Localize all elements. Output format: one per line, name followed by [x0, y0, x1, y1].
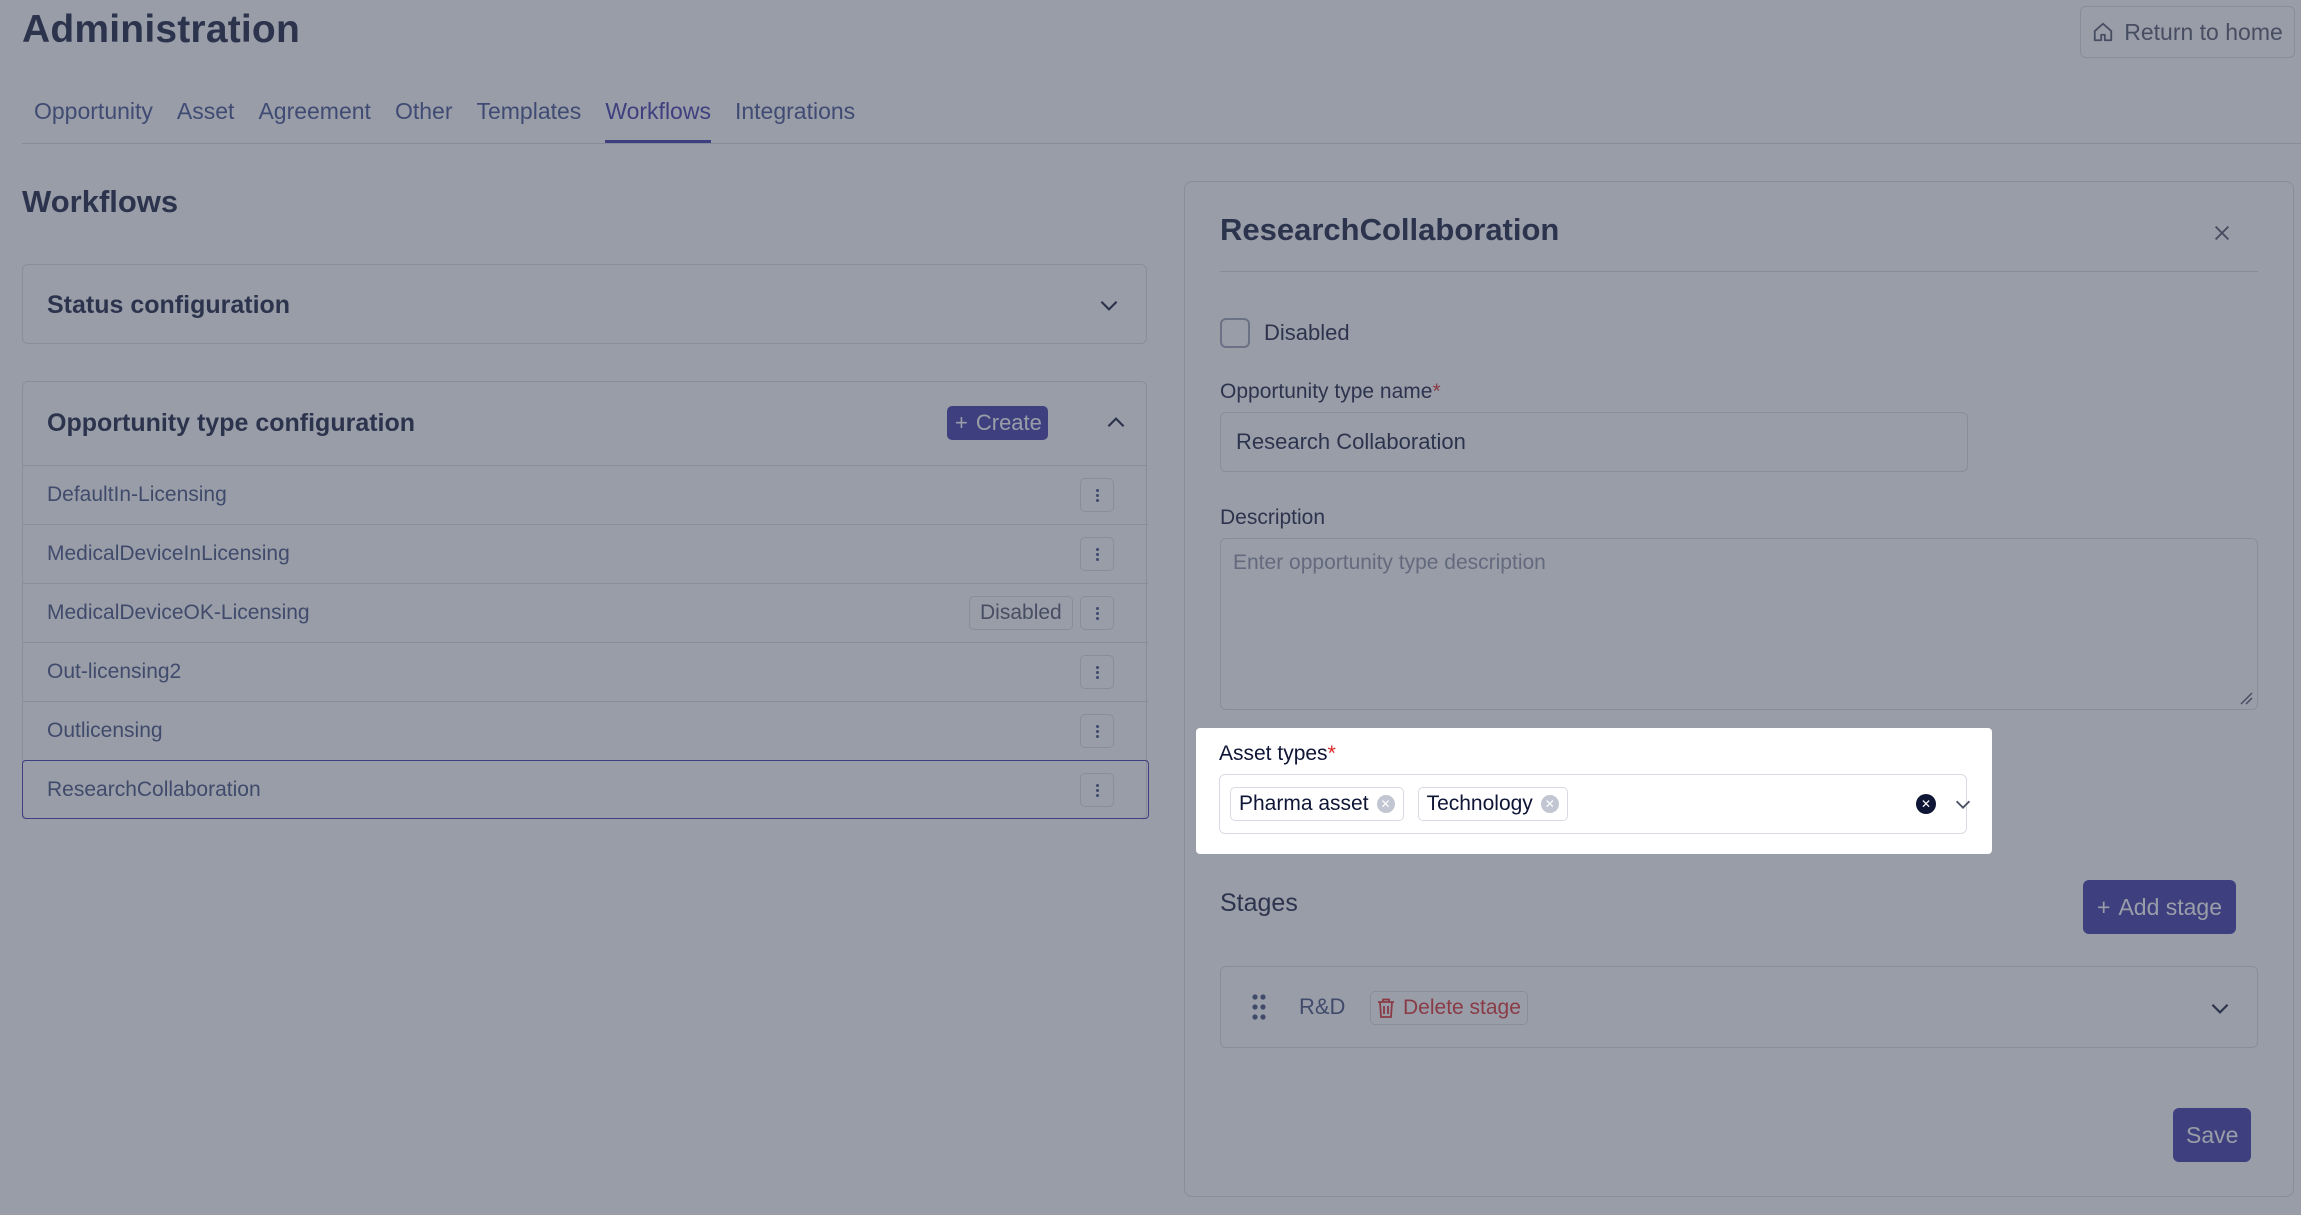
create-button[interactable]: + Create: [947, 406, 1048, 440]
plus-icon: +: [2097, 893, 2111, 920]
tab-other[interactable]: Other: [383, 86, 465, 143]
chevron-down-icon[interactable]: [1096, 292, 1122, 318]
more-options-icon[interactable]: [1080, 772, 1114, 807]
tab-workflows[interactable]: Workflows: [593, 86, 723, 143]
list-item[interactable]: Out-licensing2: [23, 643, 1148, 702]
chip-label: Pharma asset: [1239, 792, 1369, 815]
chevron-down-icon[interactable]: [2207, 995, 2233, 1021]
stages-title: Stages: [1220, 889, 1298, 917]
opportunity-type-name-input[interactable]: Research Collaboration: [1220, 412, 1968, 472]
status-badge: Disabled: [969, 596, 1073, 630]
more-options-icon[interactable]: [1080, 537, 1114, 571]
stage-name: R&D: [1299, 994, 1346, 1019]
list-item-name: Outlicensing: [47, 719, 163, 742]
asset-types-multiselect[interactable]: Pharma asset ✕ Technology ✕ ✕: [1219, 774, 1971, 834]
delete-stage-label: Delete stage: [1403, 996, 1521, 1019]
remove-chip-icon[interactable]: ✕: [1376, 795, 1395, 813]
stage-card[interactable]: R&D Delete stage: [1220, 966, 2258, 1048]
save-button[interactable]: Save: [2173, 1108, 2252, 1162]
list-item[interactable]: MedicalDeviceInLicensing: [23, 525, 1148, 584]
list-item-name: DefaultIn-Licensing: [47, 483, 227, 506]
section-title: Workflows: [22, 184, 179, 219]
list-item-name: Out-licensing2: [47, 660, 182, 683]
home-icon: [2094, 22, 2113, 42]
more-options-icon[interactable]: [1080, 596, 1114, 630]
resize-handle-icon[interactable]: [2239, 691, 2253, 705]
drag-handle-icon[interactable]: [1251, 993, 1267, 1021]
chip-label: Technology: [1426, 792, 1533, 815]
asset-type-chip: Technology ✕: [1417, 787, 1568, 821]
tab-agreement[interactable]: Agreement: [246, 86, 383, 143]
disabled-checkbox-row: Disabled: [1220, 318, 1350, 348]
chevron-down-icon[interactable]: [1952, 793, 1974, 815]
description-field-label: Description: [1220, 506, 1326, 529]
more-options-icon[interactable]: [1080, 714, 1114, 748]
create-label: Create: [975, 410, 1042, 435]
page-title: Administration: [22, 8, 300, 51]
asset-types-label: Asset types*: [1219, 742, 1336, 765]
more-options-icon[interactable]: [1080, 655, 1114, 689]
add-stage-label: Add stage: [2118, 893, 2223, 920]
asset-types-spotlight: Asset types* Pharma asset ✕ Technology ✕…: [1196, 728, 1992, 854]
asset-types-label-text: Asset types: [1219, 742, 1328, 765]
list-item-name: ResearchCollaboration: [47, 777, 261, 801]
disabled-checkbox[interactable]: [1220, 318, 1250, 348]
more-options-icon[interactable]: [1080, 478, 1114, 512]
description-placeholder: Enter opportunity type description: [1233, 551, 1546, 574]
panel-title: ResearchCollaboration: [1220, 212, 1560, 247]
list-item[interactable]: MedicalDeviceOK-Licensing Disabled: [23, 584, 1148, 643]
status-configuration-title: Status configuration: [47, 290, 291, 319]
opportunity-type-panel: ResearchCollaboration Disabled Opportuni…: [1184, 181, 2294, 1197]
opportunity-type-configuration-card: Opportunity type configuration + Create …: [22, 381, 1149, 819]
list-item[interactable]: DefaultIn-Licensing: [23, 466, 1148, 525]
remove-chip-icon[interactable]: ✕: [1540, 795, 1559, 813]
asset-type-chip: Pharma asset ✕: [1230, 787, 1404, 821]
add-stage-button[interactable]: + Add stage: [2083, 880, 2237, 934]
divider: [1220, 271, 2258, 272]
return-home-label: Return to home: [2124, 18, 2283, 45]
disabled-checkbox-label: Disabled: [1264, 320, 1350, 345]
tab-templates[interactable]: Templates: [464, 86, 593, 143]
tab-integrations[interactable]: Integrations: [723, 86, 867, 143]
list-item-name: MedicalDeviceOK-Licensing: [47, 601, 310, 624]
plus-icon: +: [955, 410, 968, 435]
delete-stage-button[interactable]: Delete stage: [1370, 991, 1528, 1025]
chevron-up-icon[interactable]: [1103, 410, 1129, 436]
admin-app: Administration Return to home Opportunit…: [0, 0, 2301, 1215]
description-textarea[interactable]: Enter opportunity type description: [1220, 538, 2258, 710]
name-label-text: Opportunity type name: [1220, 380, 1433, 403]
tab-asset[interactable]: Asset: [165, 86, 247, 143]
status-configuration-card[interactable]: Status configuration: [22, 264, 1147, 344]
list-item-name: MedicalDeviceInLicensing: [47, 542, 290, 565]
trash-icon: [1378, 998, 1394, 1018]
close-icon[interactable]: [2211, 222, 2233, 244]
name-field-label: Opportunity type name*: [1220, 380, 1441, 403]
tab-opportunity[interactable]: Opportunity: [22, 86, 165, 143]
list-item-selected[interactable]: ResearchCollaboration: [22, 760, 1149, 819]
return-home-button[interactable]: Return to home: [2080, 6, 2295, 58]
opportunity-type-configuration-title: Opportunity type configuration: [47, 409, 416, 437]
clear-all-icon[interactable]: ✕: [1916, 794, 1936, 814]
admin-tabs: Opportunity Asset Agreement Other Templa…: [22, 86, 2301, 144]
list-item[interactable]: Outlicensing: [23, 702, 1148, 761]
